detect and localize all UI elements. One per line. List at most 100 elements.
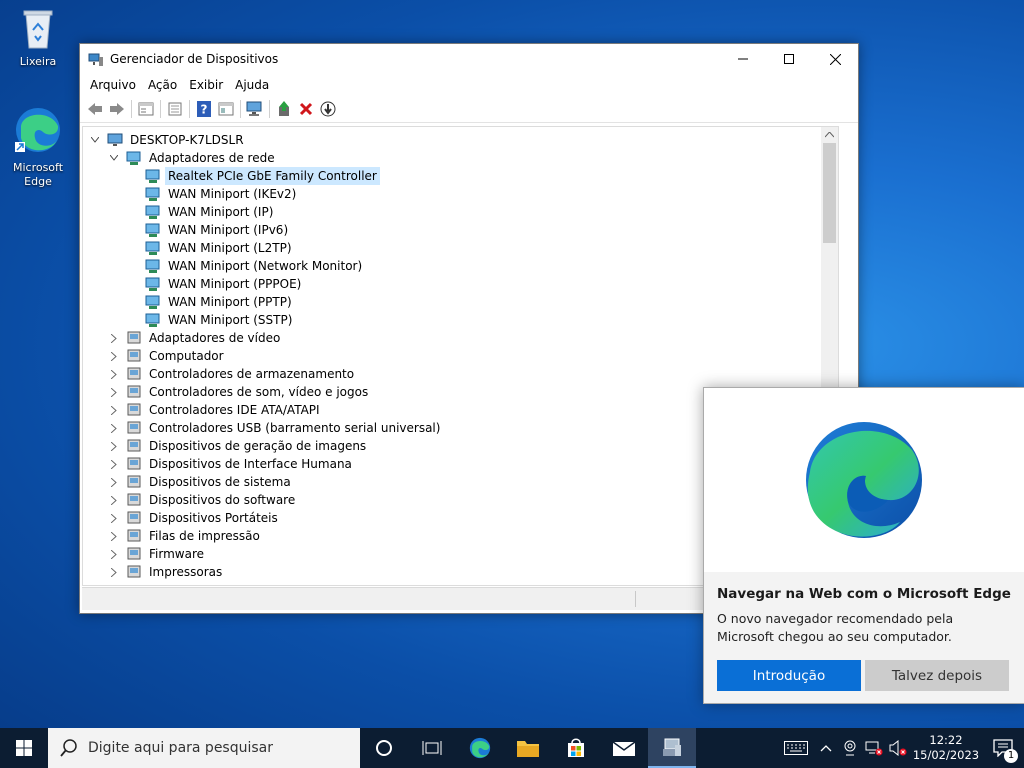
menu-exibir[interactable]: Exibir [183,78,229,92]
cortana-button[interactable] [360,728,408,768]
view-button[interactable] [215,99,237,119]
desktop-icon-edge[interactable]: Microsoft Edge [3,104,73,189]
tree-root[interactable]: DESKTOP-K7LDSLR [89,131,247,149]
keyboard-icon [784,741,808,755]
expand-icon[interactable] [108,401,120,419]
tree-device-label: WAN Miniport (L2TP) [168,241,292,255]
tree-device-network[interactable]: WAN Miniport (IPv6) [145,221,291,239]
show-hidden-icons-button[interactable] [814,728,838,768]
scrollbar-thumb[interactable] [823,143,836,243]
collapse-icon[interactable] [89,131,101,149]
start-button[interactable] [0,728,48,768]
taskbar-mail[interactable] [600,728,648,768]
tree-category[interactable]: Firmware [108,545,207,563]
tree-device-network[interactable]: WAN Miniport (IP) [145,203,276,221]
tree-device-network[interactable]: WAN Miniport (IKEv2) [145,185,299,203]
title-bar[interactable]: Gerenciador de Dispositivos [80,44,858,74]
meet-now-button[interactable] [838,728,862,768]
tree-category[interactable]: Dispositivos de Interface Humana [108,455,355,473]
tree-device-network[interactable]: WAN Miniport (SSTP) [145,311,295,329]
expand-icon[interactable] [108,455,120,473]
action-center-button[interactable]: 1 [982,728,1024,768]
tree-category[interactable]: Controladores IDE ATA/ATAPI [108,401,323,419]
tree-category[interactable]: Controladores de som, vídeo e jogos [108,383,371,401]
uninstall-button[interactable] [295,99,317,119]
expand-icon[interactable] [108,545,120,563]
search-placeholder: Digite aqui para pesquisar [88,740,274,756]
expand-icon[interactable] [108,563,120,581]
tree-device-network[interactable]: WAN Miniport (L2TP) [145,239,295,257]
expand-icon[interactable] [108,347,120,365]
tree-device-network[interactable]: WAN Miniport (PPPOE) [145,275,304,293]
taskbar-edge[interactable] [456,728,504,768]
desktop-icon-recycle-bin[interactable]: Lixeira [3,6,73,69]
folder-icon [517,741,539,757]
tree-device-label: WAN Miniport (IKEv2) [168,187,297,201]
menu-ajuda[interactable]: Ajuda [229,78,275,92]
maybe-later-button[interactable]: Talvez depois [865,660,1009,691]
task-view-button[interactable] [408,728,456,768]
taskbar-store[interactable] [552,728,600,768]
tree-category[interactable]: Dispositivos de sistema [108,473,294,491]
expand-icon[interactable] [108,365,120,383]
volume-button[interactable] [886,728,910,768]
tree-device-network[interactable]: WAN Miniport (Network Monitor) [145,257,365,275]
tree-category[interactable]: Impressoras [108,563,225,581]
menu-acao[interactable]: Ação [142,78,183,92]
tree-category[interactable]: Computador [108,347,227,365]
expand-icon[interactable] [108,419,120,437]
tree-category[interactable]: Dispositivos Portáteis [108,509,281,527]
disable-button[interactable] [317,99,339,119]
help-button[interactable]: ? [193,99,215,119]
expand-icon[interactable] [108,329,120,347]
list-view-button[interactable] [164,99,186,119]
expand-icon[interactable] [108,437,120,455]
properties-button[interactable] [135,99,157,119]
taskbar: Digite aqui para pesquisar 12:22 15/02/2… [0,728,1024,768]
expand-icon[interactable] [108,383,120,401]
tree-device-network[interactable]: WAN Miniport (PPTP) [145,293,295,311]
close-icon [829,53,841,65]
forward-icon [110,103,124,115]
printer-icon [126,564,142,580]
expand-icon[interactable] [108,491,120,509]
back-button[interactable] [84,99,106,119]
collapse-icon[interactable] [108,149,120,167]
tree-category[interactable]: Dispositivos de geração de imagens [108,437,369,455]
clock[interactable]: 12:22 15/02/2023 [910,733,982,763]
device-manager-icon [88,53,103,66]
get-started-button[interactable]: Introdução [717,660,861,691]
tree-category[interactable]: Dispositivos do software [108,491,298,509]
tree-category-label: Controladores USB (barramento serial uni… [149,421,441,435]
tree-category[interactable]: Controladores USB (barramento serial uni… [108,419,443,437]
tree-category-label: Controladores de som, vídeo e jogos [149,385,369,399]
update-driver-button[interactable] [273,99,295,119]
display-adapter-icon [126,330,142,346]
network-status-button[interactable] [862,728,886,768]
minimize-button[interactable] [720,44,766,74]
ide-controller-icon [126,402,142,418]
close-button[interactable] [812,44,858,74]
tree-device-label: WAN Miniport (IP) [168,205,274,219]
maximize-button[interactable] [766,44,812,74]
tree-device-network[interactable]: Realtek PCIe GbE Family Controller [145,167,380,185]
tree-category[interactable]: Filas de impressão [108,527,263,545]
tree-category[interactable]: Controladores de armazenamento [108,365,357,383]
expand-icon[interactable] [108,527,120,545]
portable-device-icon [126,510,142,526]
menu-arquivo[interactable]: Arquivo [84,78,142,92]
taskbar-device-manager[interactable] [648,728,696,768]
network-adapter-icon [145,258,161,274]
expand-icon[interactable] [108,509,120,527]
tree-category[interactable]: Adaptadores de vídeo [108,329,283,347]
taskbar-file-explorer[interactable] [504,728,552,768]
scan-hardware-button[interactable] [244,99,266,119]
tree-category-network[interactable]: Adaptadores de rede [108,149,278,167]
forward-button[interactable] [106,99,128,119]
network-adapter-icon [145,294,161,310]
touch-keyboard-button[interactable] [778,728,814,768]
firmware-icon [126,546,142,562]
expand-icon[interactable] [108,473,120,491]
search-box[interactable]: Digite aqui para pesquisar [48,728,360,768]
network-adapter-icon [145,204,161,220]
